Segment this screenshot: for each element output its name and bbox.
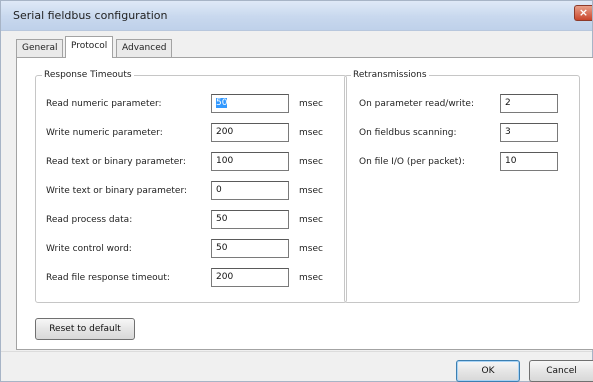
read-process-data-unit: msec (299, 215, 323, 225)
write-text-binary-parameter-input[interactable]: 0 (211, 181, 289, 200)
on-file-io-input[interactable]: 10 (500, 152, 558, 171)
retransmissions-group: Retransmissions On parameter read/write:… (344, 69, 580, 303)
on-fieldbus-scanning-input[interactable]: 3 (500, 123, 558, 142)
response-timeouts-group: Response Timeouts Read numeric parameter… (35, 69, 347, 303)
read-process-data-label: Read process data: (46, 215, 133, 225)
read-file-response-timeout-input[interactable]: 200 (211, 268, 289, 287)
on-parameter-read-write-input[interactable]: 2 (500, 94, 558, 113)
read-numeric-parameter-label: Read numeric parameter: (46, 99, 162, 109)
write-text-binary-parameter-unit: msec (299, 186, 323, 196)
read-text-binary-parameter-unit: msec (299, 157, 323, 167)
read-file-response-timeout-unit: msec (299, 273, 323, 283)
write-numeric-parameter-unit: msec (299, 128, 323, 138)
protocol-tab-panel: Response Timeouts Read numeric parameter… (16, 57, 593, 350)
on-file-io-label: On file I/O (per packet): (359, 157, 465, 167)
reset-to-default-button[interactable]: Reset to default (35, 318, 135, 340)
read-text-binary-parameter-input[interactable]: 100 (211, 152, 289, 171)
write-control-word-input[interactable]: 50 (211, 239, 289, 258)
tab-advanced[interactable]: Advanced (116, 39, 173, 57)
read-text-binary-parameter-label: Read text or binary parameter: (46, 157, 186, 167)
on-fieldbus-scanning-label: On fieldbus scanning: (359, 128, 457, 138)
tab-protocol[interactable]: Protocol (65, 36, 114, 58)
write-numeric-parameter-input[interactable]: 200 (211, 123, 289, 142)
write-control-word-unit: msec (299, 244, 323, 254)
read-numeric-parameter-unit: msec (299, 99, 323, 109)
dialog-window: Serial fieldbus configuration × General … (0, 0, 593, 382)
read-file-response-timeout-label: Read file response timeout: (46, 273, 170, 283)
cancel-button[interactable]: Cancel (529, 360, 593, 382)
close-button[interactable]: × (574, 5, 592, 21)
ok-button[interactable]: OK (456, 360, 520, 382)
footer-divider (1, 351, 592, 352)
close-icon: × (578, 6, 589, 19)
response-timeouts-title: Response Timeouts (42, 69, 134, 81)
read-numeric-parameter-input[interactable]: 50 (211, 94, 289, 113)
write-control-word-label: Write control word: (46, 244, 132, 254)
retransmissions-title: Retransmissions (351, 69, 429, 81)
tab-general[interactable]: General (16, 39, 64, 57)
on-parameter-read-write-label: On parameter read/write: (359, 99, 474, 109)
write-numeric-parameter-label: Write numeric parameter: (46, 128, 163, 138)
title-bar[interactable]: Serial fieldbus configuration × (1, 1, 592, 31)
selected-text: 50 (216, 98, 228, 108)
read-process-data-input[interactable]: 50 (211, 210, 289, 229)
window-title: Serial fieldbus configuration (13, 9, 168, 22)
write-text-binary-parameter-label: Write text or binary parameter: (46, 186, 188, 196)
